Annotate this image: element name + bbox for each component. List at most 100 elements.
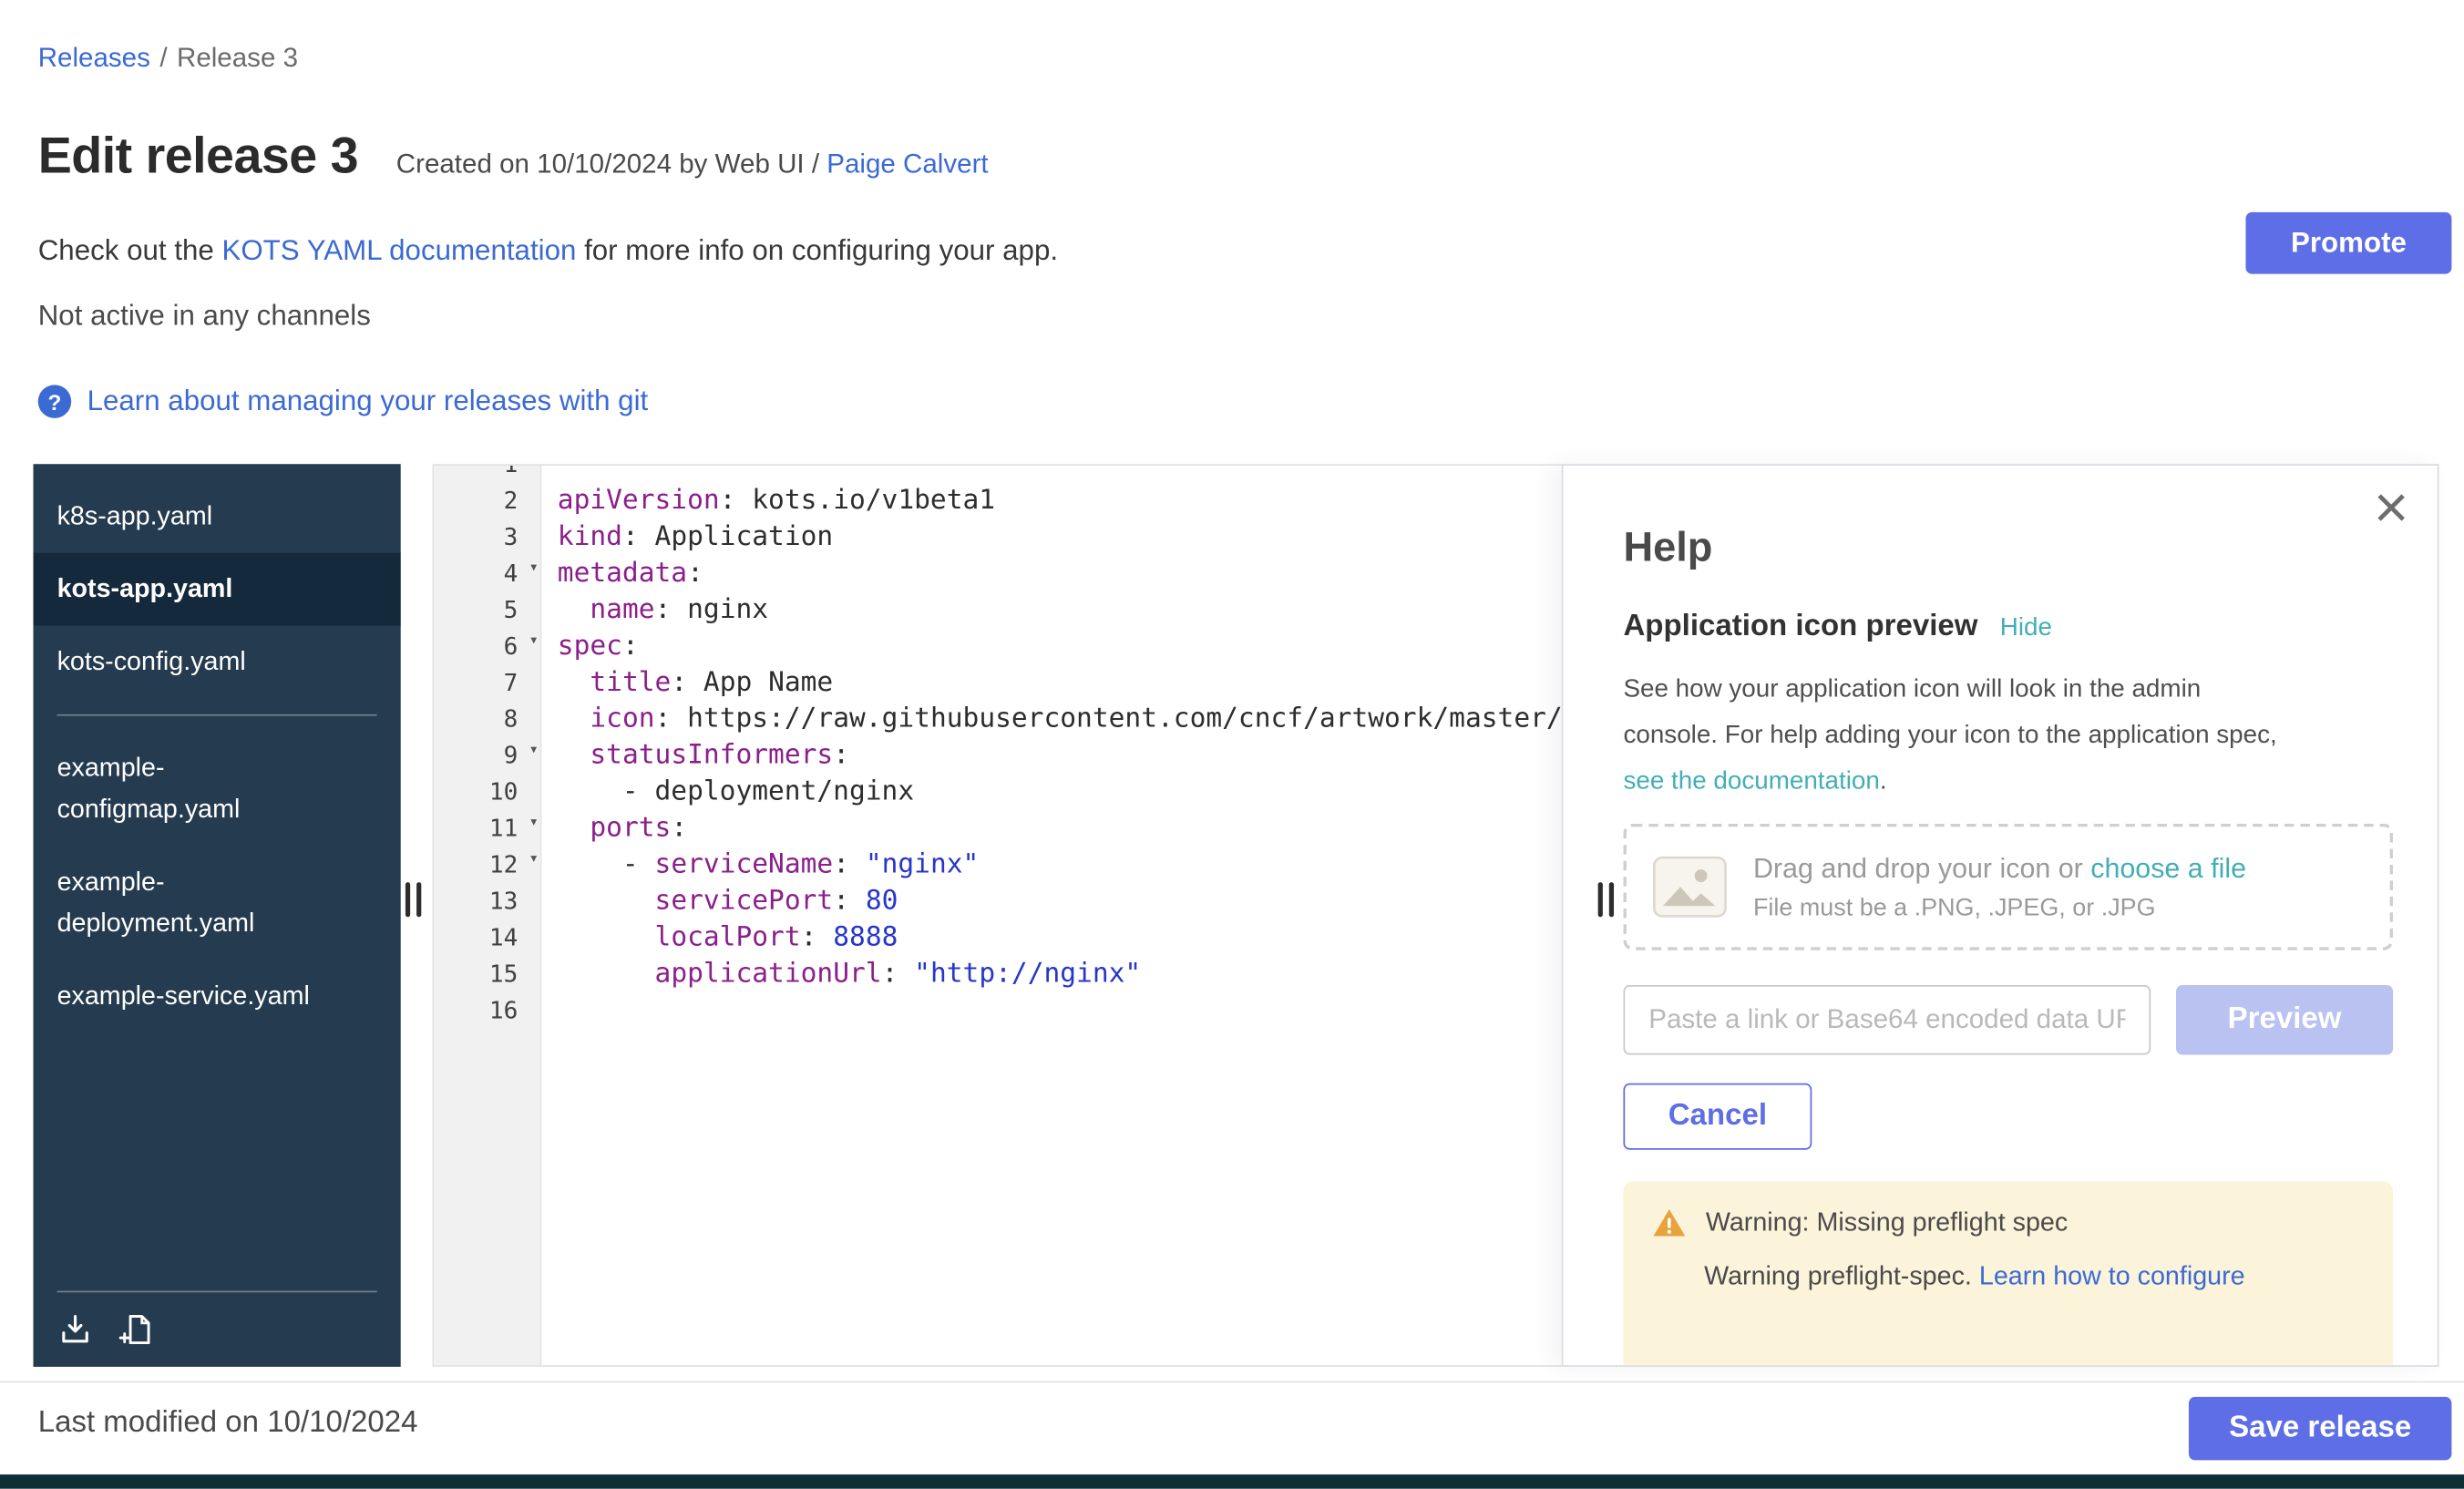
bottom-strip — [0, 1474, 2464, 1489]
new-file-icon[interactable] — [118, 1311, 155, 1348]
line-number: 14 — [434, 920, 541, 957]
warning-title: Warning: Missing preflight spec — [1706, 1207, 2068, 1237]
line-number: 9▾ — [434, 738, 541, 775]
file-item-example-deployment.yaml[interactable]: example- deployment.yaml — [33, 846, 400, 960]
breadcrumb-releases-link[interactable]: Releases — [38, 43, 150, 73]
author-link[interactable]: Paige Calvert — [826, 149, 988, 179]
channel-status: Not active in any channels — [38, 299, 371, 332]
dropzone-text-block: Drag and drop your icon or choose a file… — [1753, 851, 2246, 922]
code-text — [541, 993, 557, 1030]
file-item-kots-app.yaml[interactable]: kots-app.yaml — [33, 553, 400, 626]
file-item-k8s-app.yaml[interactable]: k8s-app.yaml — [33, 480, 400, 553]
warning-detail: Warning preflight-spec. Learn how to con… — [1704, 1262, 2365, 1292]
code-text: icon: https://raw.githubusercontent.com/… — [541, 702, 1562, 738]
file-sidebar: k8s-app.yamlkots-app.yamlkots-config.yam… — [33, 464, 400, 1367]
sidebar-footer — [57, 1290, 377, 1348]
kots-docs-link[interactable]: KOTS YAML documentation — [221, 234, 576, 266]
icon-dropzone[interactable]: Drag and drop your icon or choose a file… — [1623, 824, 2393, 950]
dropzone-text: Drag and drop your icon or choose a file — [1753, 851, 2246, 884]
icon-preview-section: Application icon preview Hide — [1623, 610, 2393, 644]
close-icon[interactable]: × — [2374, 478, 2409, 539]
docs-line: Check out the KOTS YAML documentation fo… — [38, 234, 1058, 267]
icon-url-input[interactable] — [1623, 985, 2151, 1054]
code-text: --- — [541, 464, 606, 483]
line-number: 12▾ — [434, 847, 541, 884]
release-workspace: k8s-app.yamlkots-app.yamlkots-config.yam… — [33, 464, 2438, 1367]
icon-url-row: Preview — [1623, 985, 2393, 1054]
help-description-line2: console. For help adding your icon to th… — [1623, 723, 2276, 750]
code-text: ports: — [541, 811, 687, 847]
hide-link[interactable]: Hide — [2000, 614, 2052, 642]
footer-divider — [0, 1381, 2464, 1383]
save-release-button[interactable]: Save release — [2189, 1397, 2452, 1461]
choose-file-link[interactable]: choose a file — [2090, 851, 2246, 883]
sidebar-divider — [57, 714, 377, 716]
breadcrumb: Releases/Release 3 — [38, 43, 298, 75]
cancel-button[interactable]: Cancel — [1623, 1083, 1812, 1150]
help-title: Help — [1623, 523, 2393, 572]
code-text: kind: Application — [541, 519, 833, 556]
dropzone-text-prefix: Drag and drop your icon or — [1753, 851, 2090, 883]
code-text: title: App Name — [541, 665, 833, 702]
fold-arrow-icon[interactable]: ▾ — [529, 633, 538, 649]
code-text: spec: — [541, 629, 638, 665]
page-title: Edit release 3 — [38, 127, 358, 185]
code-text: applicationUrl: "http://nginx" — [541, 957, 1141, 993]
warning-row: Warning: Missing preflight spec — [1652, 1207, 2365, 1238]
configure-preflight-link[interactable]: Learn how to configure — [1979, 1262, 2245, 1290]
sidebar-resize-handle[interactable] — [406, 882, 421, 917]
see-documentation-link[interactable]: see the documentation — [1623, 768, 1879, 796]
title-row: Edit release 3 Created on 10/10/2024 by … — [38, 127, 989, 185]
line-number: 15 — [434, 957, 541, 993]
line-number: 6▾ — [434, 629, 541, 665]
line-number: 11▾ — [434, 811, 541, 847]
panel-resize-handle[interactable] — [1598, 882, 1614, 917]
docs-suffix: for more info on configuring your app. — [576, 234, 1058, 266]
git-row: ? Learn about managing your releases wit… — [38, 385, 649, 417]
line-number: 1 — [434, 464, 541, 483]
fold-arrow-icon[interactable]: ▾ — [529, 743, 538, 758]
icon-preview-title: Application icon preview — [1623, 610, 1977, 644]
line-number: 7 — [434, 665, 541, 702]
image-placeholder-icon — [1652, 856, 1728, 919]
help-circle-icon: ? — [38, 385, 71, 417]
warning-detail-text: Warning preflight-spec. — [1704, 1262, 1979, 1290]
code-text: apiVersion: kots.io/v1beta1 — [541, 483, 995, 519]
line-number: 10 — [434, 775, 541, 811]
file-item-kots-config.yaml[interactable]: kots-config.yaml — [33, 626, 400, 699]
code-text: localPort: 8888 — [541, 920, 898, 957]
promote-button[interactable]: Promote — [2245, 212, 2451, 274]
warning-box: Warning: Missing preflight spec Warning … — [1623, 1182, 2393, 1367]
line-number: 2 — [434, 483, 541, 519]
help-description-suffix: . — [1880, 768, 1887, 796]
warning-icon — [1652, 1207, 1687, 1238]
line-number: 4▾ — [434, 556, 541, 592]
code-text: servicePort: 80 — [541, 884, 898, 920]
help-description: See how your application icon will look … — [1623, 667, 2393, 805]
dropzone-hint: File must be a .PNG, .JPEG, or .JPG — [1753, 894, 2246, 922]
file-list-secondary: example- configmap.yamlexample- deployme… — [33, 732, 400, 1032]
fold-arrow-icon[interactable]: ▾ — [529, 816, 538, 831]
page: Releases/Release 3 Edit release 3 Create… — [0, 0, 2464, 1489]
git-releases-link[interactable]: Learn about managing your releases with … — [87, 385, 649, 417]
breadcrumb-current: Release 3 — [177, 43, 298, 73]
created-info: Created on 10/10/2024 by Web UI / Paige … — [396, 149, 989, 180]
help-description-line1: See how your application icon will look … — [1623, 676, 2201, 703]
file-list-primary: k8s-app.yamlkots-app.yamlkots-config.yam… — [33, 464, 400, 698]
last-modified: Last modified on 10/10/2024 — [38, 1406, 418, 1441]
help-panel: × Help Application icon preview Hide See… — [1562, 464, 2439, 1367]
created-text: Created on 10/10/2024 by Web UI / — [396, 149, 826, 179]
line-number: 8 — [434, 702, 541, 738]
fold-arrow-icon[interactable]: ▾ — [529, 560, 538, 576]
code-text: name: nginx — [541, 592, 768, 629]
code-text: - deployment/nginx — [541, 775, 914, 811]
fold-arrow-icon[interactable]: ▾ — [529, 852, 538, 868]
file-item-example-configmap.yaml[interactable]: example- configmap.yaml — [33, 732, 400, 846]
line-number: 3 — [434, 519, 541, 556]
upload-file-icon[interactable] — [57, 1311, 94, 1348]
docs-prefix: Check out the — [38, 234, 222, 266]
file-item-example-service.yaml[interactable]: example-service.yaml — [33, 960, 400, 1032]
code-text: - serviceName: "nginx" — [541, 847, 979, 884]
preview-button[interactable]: Preview — [2176, 985, 2393, 1054]
line-number: 13 — [434, 884, 541, 920]
